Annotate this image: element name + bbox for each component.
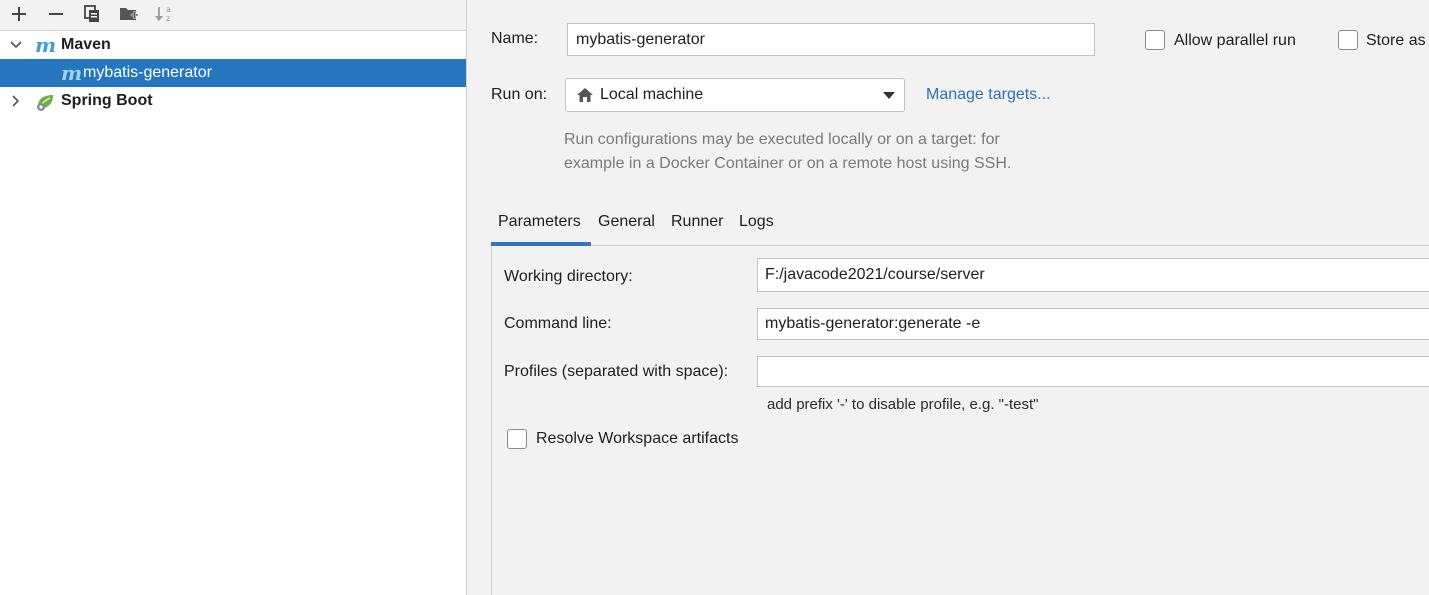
chevron-right-icon[interactable] [9,94,23,108]
run-on-value: Local machine [600,86,704,103]
chevron-down-icon [883,92,895,99]
profiles-hint: add prefix '-' to disable profile, e.g. … [767,396,1039,413]
store-as-project-file-checkbox[interactable] [1338,30,1358,50]
run-on-hint: Run configurations may be executed local… [564,128,1011,176]
allow-parallel-run-checkbox[interactable] [1145,30,1165,50]
profiles-label: Profiles (separated with space): [504,363,729,380]
working-directory-label: Working directory: [504,268,633,285]
add-icon[interactable] [7,3,31,25]
parameters-panel [491,246,1429,595]
command-line-input[interactable]: mybatis-generator:generate -e [757,308,1429,340]
copy-icon[interactable] [80,3,104,25]
tab-logs[interactable]: Logs [739,213,774,236]
maven-icon: m [61,61,83,85]
resolve-workspace-artifacts-checkbox[interactable] [507,429,527,449]
tab-parameters[interactable]: Parameters [498,213,581,236]
new-folder-icon[interactable] [117,3,141,25]
maven-icon: m [35,33,57,57]
spring-boot-icon [37,95,53,111]
svg-text:a: a [166,5,171,14]
manage-targets-link[interactable]: Manage targets... [926,86,1051,104]
run-on-dropdown[interactable]: Local machine [565,78,905,112]
tree-item-label: mybatis-generator [83,64,212,81]
remove-icon[interactable] [44,3,68,25]
tree-item-maven[interactable]: m Maven [0,31,466,59]
tree-toolbar: az [0,0,466,31]
home-icon [577,88,593,102]
tree-item-label: Spring Boot [61,92,153,109]
run-on-label: Run on: [491,86,548,103]
allow-parallel-run-label: Allow parallel run [1174,32,1296,49]
store-as-label: Store as [1366,32,1426,49]
tree-item-spring-boot[interactable]: Spring Boot [0,87,466,115]
profiles-input[interactable] [757,356,1429,387]
working-directory-input[interactable]: F:/javacode2021/course/server [757,258,1429,292]
chevron-down-icon[interactable] [9,38,23,52]
run-on-hint-line: Run configurations may be executed local… [564,131,1000,148]
tab-runner[interactable]: Runner [671,213,723,236]
tree-item-mybatis-generator[interactable]: m mybatis-generator [0,59,466,87]
tab-general[interactable]: General [598,213,655,236]
name-label: Name: [491,30,539,47]
configurations-tree-pane: az m Maven m mybatis-generator Spring Bo… [0,0,467,595]
sort-alphabetically-icon[interactable]: az [153,3,177,25]
run-on-hint-line: example in a Docker Container or on a re… [564,155,1012,172]
resolve-workspace-artifacts-label: Resolve Workspace artifacts [536,430,739,447]
svg-text:z: z [166,14,170,23]
tree-item-label: Maven [61,36,111,53]
command-line-label: Command line: [504,315,612,332]
name-input[interactable]: mybatis-generator [567,23,1095,56]
